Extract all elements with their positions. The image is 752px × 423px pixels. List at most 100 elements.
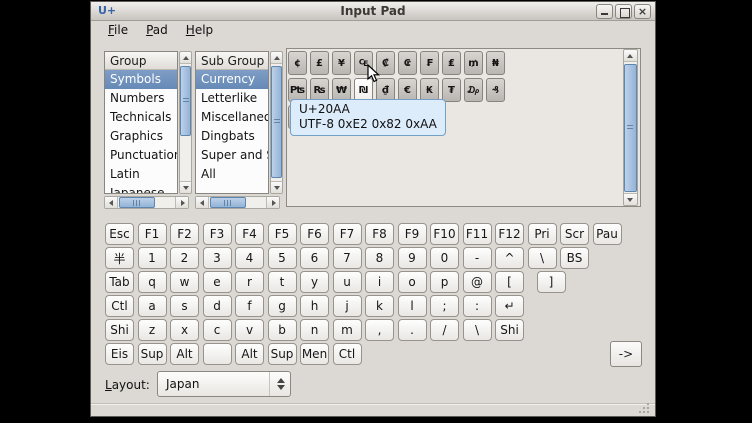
- keyboard-key[interactable]: ;: [430, 295, 459, 317]
- group-item[interactable]: Punctuation: [105, 146, 177, 165]
- scroll-up-icon[interactable]: [271, 52, 282, 64]
- keyboard-key[interactable]: Shi: [495, 319, 524, 341]
- subgroup-hscroll-thumb[interactable]: [210, 197, 246, 208]
- keyboard-key[interactable]: Pau: [593, 223, 622, 245]
- keyboard-key[interactable]: Shi: [105, 319, 134, 341]
- subgroup-item[interactable]: Letterlike: [196, 89, 268, 108]
- keyboard-key[interactable]: 4: [235, 247, 264, 269]
- char-button[interactable]: ¥: [332, 51, 351, 75]
- scroll-up-icon[interactable]: [624, 50, 637, 62]
- keyboard-key[interactable]: Scr: [560, 223, 589, 245]
- char-button[interactable]: ₤: [442, 51, 461, 75]
- keyboard-key[interactable]: t: [268, 271, 297, 293]
- keyboard-key[interactable]: q: [138, 271, 167, 293]
- menu-item[interactable]: Pad: [137, 22, 177, 39]
- subgroup-item[interactable]: Miscellaneous: [196, 108, 268, 127]
- keyboard-key[interactable]: e: [203, 271, 232, 293]
- keyboard-key[interactable]: k: [365, 295, 394, 317]
- keyboard-key[interactable]: Sup: [268, 343, 297, 365]
- keyboard-key[interactable]: z: [138, 319, 167, 341]
- subgroup-vscroll-thumb[interactable]: [271, 66, 282, 178]
- subgroup-item[interactable]: All: [196, 165, 268, 184]
- keyboard-key[interactable]: F10: [430, 223, 459, 245]
- keyboard-key[interactable]: F4: [235, 223, 264, 245]
- subgroup-item[interactable]: Currency: [196, 70, 268, 89]
- keyboard-key[interactable]: \: [528, 247, 557, 269]
- char-button[interactable]: ₯: [464, 78, 483, 102]
- group-vscrollbar[interactable]: [179, 51, 192, 194]
- charpad-vscroll-thumb[interactable]: [624, 64, 637, 192]
- keyboard-key[interactable]: Tab: [105, 271, 134, 293]
- scroll-down-icon[interactable]: [624, 193, 637, 205]
- keyboard-key[interactable]: 3: [203, 247, 232, 269]
- keyboard-key[interactable]: F1: [138, 223, 167, 245]
- keyboard-key[interactable]: F12: [495, 223, 524, 245]
- charpad-vscrollbar[interactable]: [623, 49, 638, 206]
- keyboard-key[interactable]: o: [398, 271, 427, 293]
- keyboard-key[interactable]: [203, 343, 232, 365]
- keyboard-key[interactable]: ,: [365, 319, 394, 341]
- send-arrow-button[interactable]: ->: [610, 341, 642, 367]
- keyboard-key[interactable]: F9: [398, 223, 427, 245]
- keyboard-key[interactable]: 7: [333, 247, 362, 269]
- keyboard-key[interactable]: i: [365, 271, 394, 293]
- keyboard-key[interactable]: 0: [430, 247, 459, 269]
- keyboard-key[interactable]: m: [333, 319, 362, 341]
- keyboard-key[interactable]: F2: [170, 223, 199, 245]
- minimize-icon[interactable]: [596, 4, 613, 19]
- group-item[interactable]: Latin: [105, 165, 177, 184]
- keyboard-key[interactable]: ↵: [495, 295, 524, 317]
- keyboard-key[interactable]: F7: [333, 223, 362, 245]
- scroll-right-icon[interactable]: [266, 197, 279, 208]
- keyboard-key[interactable]: ^: [495, 247, 524, 269]
- keyboard-key[interactable]: c: [203, 319, 232, 341]
- keyboard-key[interactable]: Men: [300, 343, 329, 365]
- subgroup-column-header[interactable]: Sub Group: [196, 52, 268, 70]
- keyboard-key[interactable]: p: [430, 271, 459, 293]
- keyboard-key[interactable]: Alt: [170, 343, 199, 365]
- group-item[interactable]: Numbers: [105, 89, 177, 108]
- subgroup-hscrollbar[interactable]: [195, 196, 280, 209]
- char-button[interactable]: ₣: [420, 51, 439, 75]
- keyboard-key[interactable]: F11: [463, 223, 492, 245]
- scroll-down-icon[interactable]: [271, 181, 282, 193]
- keyboard-key[interactable]: \: [463, 319, 492, 341]
- keyboard-key[interactable]: Sup: [138, 343, 167, 365]
- keyboard-key[interactable]: 5: [268, 247, 297, 269]
- keyboard-key[interactable]: 6: [300, 247, 329, 269]
- keyboard-key[interactable]: :: [463, 295, 492, 317]
- titlebar[interactable]: U+ Input Pad ×: [91, 2, 655, 21]
- keyboard-key[interactable]: h: [300, 295, 329, 317]
- keyboard-key[interactable]: s: [170, 295, 199, 317]
- keyboard-key[interactable]: Ctl: [105, 295, 134, 317]
- keyboard-key[interactable]: g: [268, 295, 297, 317]
- resize-grip[interactable]: [639, 401, 651, 413]
- char-button[interactable]: ¢: [288, 51, 307, 75]
- char-button[interactable]: ₥: [464, 51, 483, 75]
- keyboard-key[interactable]: F3: [203, 223, 232, 245]
- keyboard-key[interactable]: F5: [268, 223, 297, 245]
- keyboard-key[interactable]: y: [300, 271, 329, 293]
- keyboard-key[interactable]: /: [430, 319, 459, 341]
- keyboard-key[interactable]: f: [235, 295, 264, 317]
- char-button[interactable]: £: [310, 51, 329, 75]
- subgroup-vscrollbar[interactable]: [270, 51, 283, 194]
- keyboard-key[interactable]: d: [203, 295, 232, 317]
- scroll-left-icon[interactable]: [105, 197, 118, 208]
- keyboard-key[interactable]: 9: [398, 247, 427, 269]
- char-button[interactable]: ₰: [486, 78, 505, 102]
- scroll-left-icon[interactable]: [196, 197, 209, 208]
- group-item[interactable]: Japanese: [105, 184, 177, 194]
- keyboard-key[interactable]: .: [398, 319, 427, 341]
- keyboard-key[interactable]: b: [268, 319, 297, 341]
- char-button[interactable]: ₢: [398, 51, 417, 75]
- group-hscroll-thumb[interactable]: [119, 197, 155, 208]
- scroll-down-icon[interactable]: [180, 181, 191, 193]
- group-item[interactable]: Graphics: [105, 127, 177, 146]
- close-icon[interactable]: ×: [634, 4, 651, 19]
- keyboard-key[interactable]: [: [495, 271, 524, 293]
- group-item[interactable]: Symbols: [105, 70, 177, 89]
- scroll-up-icon[interactable]: [180, 52, 191, 64]
- keyboard-key[interactable]: BS: [560, 247, 589, 269]
- menu-item[interactable]: File: [99, 22, 137, 39]
